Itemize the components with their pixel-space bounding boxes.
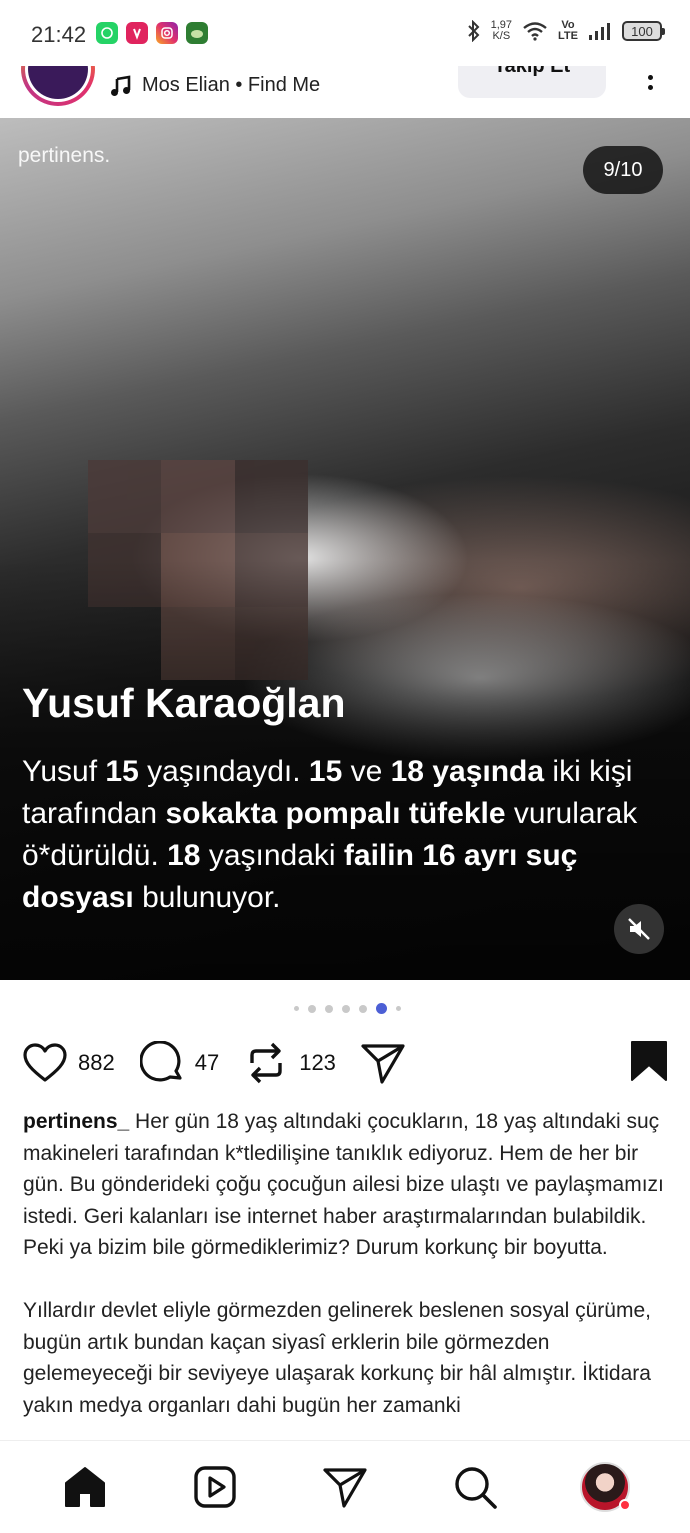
mute-button[interactable] — [614, 904, 664, 954]
media-text-part: sokakta pompalı tüfekle — [165, 797, 506, 830]
music-info[interactable]: Mos Elian • Find Me — [110, 74, 320, 97]
media-text: Yusuf 15 yaşındaydı. 15 ve 18 yaşında ik… — [22, 751, 672, 919]
reels-icon — [194, 1466, 236, 1508]
carousel-dot — [324, 1004, 333, 1013]
media-text-part: 15 — [308, 755, 343, 788]
comment-icon[interactable] — [139, 1040, 185, 1086]
notification-dot — [619, 1499, 631, 1511]
wifi-icon — [523, 22, 547, 41]
share-action[interactable] — [360, 1040, 406, 1086]
repost-action[interactable]: 123 — [243, 1040, 336, 1086]
caption-paragraph-1: pertinens_ Her gün 18 yaş altındaki çocu… — [23, 1106, 673, 1264]
app-pink-icon — [126, 22, 148, 44]
bluetooth-icon — [467, 20, 480, 42]
bottom-navigation — [0, 1440, 690, 1533]
carousel-dot — [358, 1004, 367, 1013]
music-note-icon — [111, 74, 131, 96]
media-text-part: 15 — [105, 755, 139, 788]
carousel-dot — [341, 1004, 350, 1013]
post-actions: 882 47 123 — [22, 1038, 668, 1088]
slide-counter: 9/10 — [583, 146, 663, 194]
media-text-part: yaşındaki — [200, 839, 344, 872]
post-media[interactable]: pertinens. 9/10 Yusuf Karaoğlan Yusuf 15… — [0, 118, 690, 980]
nav-reels[interactable] — [185, 1457, 245, 1517]
media-text-part: yaşındaydı. — [138, 755, 309, 788]
comment-action[interactable]: 47 — [139, 1040, 219, 1086]
media-title: Yusuf Karaoğlan — [22, 680, 346, 726]
media-text-part: ve — [342, 755, 391, 788]
post-caption: pertinens_ Her gün 18 yaş altındaki çocu… — [23, 1106, 673, 1421]
carousel-dot — [395, 1006, 401, 1011]
status-app-icons — [96, 22, 208, 44]
repost-icon[interactable] — [243, 1040, 289, 1086]
heart-icon[interactable] — [22, 1040, 68, 1086]
author-avatar[interactable] — [21, 60, 95, 106]
bookmark-icon[interactable] — [630, 1040, 668, 1087]
game-icon — [186, 22, 208, 44]
volte-indicator: Vo LTE — [558, 19, 578, 42]
status-time: 21:42 — [31, 22, 87, 47]
carousel-dot — [307, 1004, 316, 1013]
nav-messages[interactable] — [315, 1457, 375, 1517]
home-icon — [65, 1467, 105, 1507]
post-header: Mos Elian • Find Me Takip Et — [0, 60, 690, 118]
whatsapp-icon — [96, 22, 118, 44]
muted-speaker-icon — [628, 918, 650, 940]
carousel-dot — [293, 1006, 299, 1011]
nav-search[interactable] — [445, 1457, 505, 1517]
instagram-icon — [156, 22, 178, 44]
battery-indicator: 100 — [622, 21, 665, 41]
media-text-part: Yusuf — [22, 755, 106, 788]
signal-icon — [589, 23, 610, 40]
like-count: 882 — [78, 1050, 115, 1075]
media-text-part: 18 — [167, 839, 201, 872]
caption-username[interactable]: pertinens_ — [23, 1110, 129, 1133]
carousel-dot-active — [375, 1003, 387, 1014]
send-icon — [323, 1468, 367, 1508]
nav-home[interactable] — [55, 1457, 115, 1517]
media-text-part: bulunuyor. — [133, 881, 281, 914]
send-icon[interactable] — [360, 1040, 406, 1086]
music-label: Mos Elian • Find Me — [142, 74, 321, 96]
comment-count: 47 — [194, 1050, 220, 1075]
media-text-part: 18 yaşında — [390, 755, 545, 788]
status-bar: 21:42 1,97 K/S Vo LTE 100 — [0, 0, 690, 66]
media-watermark: pertinens. — [18, 144, 111, 167]
caption-paragraph-2: Yıllardır devlet eliyle görmezden geline… — [23, 1299, 651, 1417]
carousel-indicator — [0, 1003, 690, 1014]
repost-count: 123 — [299, 1050, 336, 1075]
nav-profile[interactable] — [575, 1457, 635, 1517]
net-speed: 1,97 K/S — [490, 19, 513, 42]
like-action[interactable]: 882 — [22, 1040, 115, 1086]
search-icon — [455, 1467, 497, 1509]
status-indicators: 1,97 K/S Vo LTE 100 — [467, 19, 665, 42]
